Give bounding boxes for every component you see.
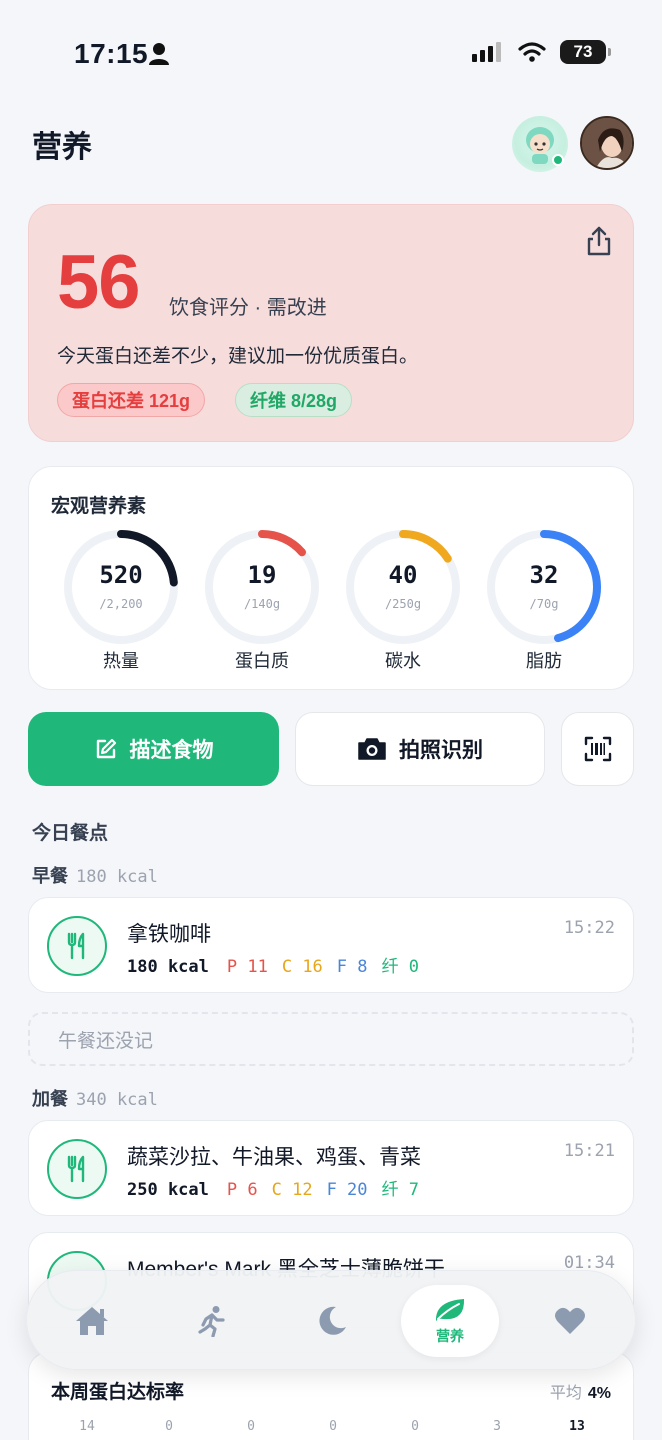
macros-title: 宏观营养素 (51, 496, 147, 517)
tab-activity[interactable] (163, 1285, 261, 1357)
fat-ring[interactable]: 32 /70g (484, 527, 604, 647)
protein-value: 19 (247, 561, 277, 589)
camera-icon (358, 738, 386, 760)
snack-header: 加餐 340 kcal (32, 1085, 158, 1111)
weekly-day-value-today: 13 (569, 1419, 585, 1434)
weekly-day-value: 14 (79, 1419, 95, 1434)
user-avatar[interactable] (580, 116, 634, 170)
weekly-day-value: 3 (493, 1419, 501, 1434)
meal-fiber: 纤 0 (381, 957, 419, 977)
breakfast-label: 早餐 (32, 866, 68, 886)
online-status-dot (552, 154, 564, 166)
heart-icon (555, 1307, 585, 1334)
meal-item-salad[interactable]: 蔬菜沙拉、牛油果、鸡蛋、青菜 250 kcal P 6 C 12 F 20 纤 7 15… (28, 1120, 634, 1216)
meal-macros: 250 kcal P 6 C 12 F 20 纤 7 (127, 1175, 419, 1200)
carbs-label: 碳水 (385, 651, 421, 671)
fiber-tag: 纤维 8/28g (235, 383, 353, 417)
fork-knife-icon (67, 1155, 85, 1183)
meal-time: 15:22 (563, 918, 615, 938)
meal-kcal: 180 kcal (127, 957, 209, 977)
carbs-value: 40 (388, 561, 418, 589)
carbs-target: /250g (384, 597, 422, 611)
barcode-scan-button[interactable] (561, 712, 634, 786)
macros-card: 宏观营养素 520 /2,200 热量 19 /140g 蛋白质 40 /250… (28, 466, 634, 690)
meal-protein: P 6 (226, 1180, 258, 1200)
weekly-day-value: 0 (411, 1419, 419, 1434)
meal-fiber: 纤 7 (381, 1180, 419, 1200)
user-photo (582, 118, 632, 168)
share-icon[interactable] (585, 225, 613, 257)
meal-time: 15:21 (563, 1141, 615, 1161)
describe-food-label: 描述食物 (129, 739, 214, 762)
protein-target: /140g (243, 597, 281, 611)
protein-label: 蛋白质 (235, 651, 289, 671)
carbs-ring[interactable]: 40 /250g (343, 527, 463, 647)
weekly-day-value: 0 (247, 1419, 255, 1434)
fat-target: /70g (529, 597, 559, 611)
meal-fat: F 8 (336, 957, 368, 977)
meal-carbs: C 12 (271, 1180, 313, 1200)
home-icon (76, 1307, 108, 1335)
fat-value: 32 (529, 561, 559, 589)
status-indicators: 73 (472, 40, 611, 64)
leaf-icon (435, 1299, 465, 1321)
meal-macros: 180 kcal P 11 C 16 F 8 纤 0 (127, 952, 419, 977)
weekly-average-label: 平均 (549, 1385, 582, 1402)
diet-score-card: 56 饮食评分 · 需改进 今天蛋白还差不少，建议加一份优质蛋白。 蛋白还差 1… (28, 204, 634, 442)
weekly-average: 平均 4% (550, 1379, 611, 1403)
weekly-day-value: 0 (329, 1419, 337, 1434)
protein-ring[interactable]: 19 /140g (202, 527, 322, 647)
tab-nutrition[interactable]: 营养 (401, 1285, 499, 1357)
edit-icon (96, 738, 116, 759)
tab-health[interactable] (521, 1285, 619, 1357)
breakfast-kcal: 180 kcal (76, 867, 158, 887)
tab-sleep[interactable] (283, 1285, 381, 1357)
meal-item-latte[interactable]: 拿铁咖啡 180 kcal P 11 C 16 F 8 纤 0 15:22 (28, 897, 634, 993)
lunch-empty-placeholder[interactable]: 午餐还没记 (28, 1012, 634, 1066)
diet-score-description: 今天蛋白还差不少，建议加一份优质蛋白。 (57, 346, 419, 367)
meal-name: 拿铁咖啡 (127, 923, 211, 946)
meal-icon (47, 1139, 107, 1199)
calories-label: 热量 (103, 651, 139, 671)
snack-kcal: 340 kcal (76, 1090, 158, 1110)
diet-score-label: 饮食评分 · 需改进 (169, 297, 327, 319)
status-bar: 17:15 73 (0, 0, 662, 100)
calories-target: /2,200 (99, 597, 143, 611)
moon-icon (319, 1306, 346, 1335)
weekly-protein-title: 本周蛋白达标率 (51, 1382, 185, 1403)
weekly-day-value: 0 (165, 1419, 173, 1434)
page-title: 营养 (32, 131, 92, 164)
snack-label: 加餐 (32, 1089, 68, 1109)
protein-gap-tag: 蛋白还差 121g (57, 383, 206, 417)
meal-fat: F 20 (326, 1180, 368, 1200)
photo-recognize-label: 拍照识别 (399, 739, 483, 762)
tab-home[interactable] (43, 1285, 141, 1357)
bottom-tab-bar: 营养 (26, 1270, 636, 1370)
meal-carbs: C 16 (281, 957, 323, 977)
person-icon (149, 43, 169, 65)
battery-indicator: 73 (560, 40, 611, 64)
calories-ring[interactable]: 520 /2,200 (61, 527, 181, 647)
photo-recognize-button[interactable]: 拍照识别 (295, 712, 545, 786)
running-icon (198, 1306, 225, 1337)
meal-name: 蔬菜沙拉、牛油果、鸡蛋、青菜 (127, 1146, 421, 1169)
diet-score-value: 56 (57, 240, 141, 325)
wifi-icon (518, 42, 546, 62)
signal-icon (472, 42, 501, 62)
tab-nutrition-label: 营养 (436, 1328, 464, 1344)
calories-value: 520 (99, 561, 143, 589)
meal-kcal: 250 kcal (127, 1180, 209, 1200)
status-time: 17:15 (74, 38, 149, 69)
describe-food-button[interactable]: 描述食物 (28, 712, 279, 786)
barcode-scan-icon (584, 736, 611, 762)
fork-knife-icon (67, 932, 85, 960)
meal-protein: P 11 (226, 957, 268, 977)
meal-icon (47, 916, 107, 976)
fat-label: 脂肪 (526, 651, 562, 671)
weekly-average-value: 4% (587, 1385, 611, 1402)
today-meals-title: 今日餐点 (32, 823, 109, 844)
breakfast-header: 早餐 180 kcal (32, 862, 158, 888)
